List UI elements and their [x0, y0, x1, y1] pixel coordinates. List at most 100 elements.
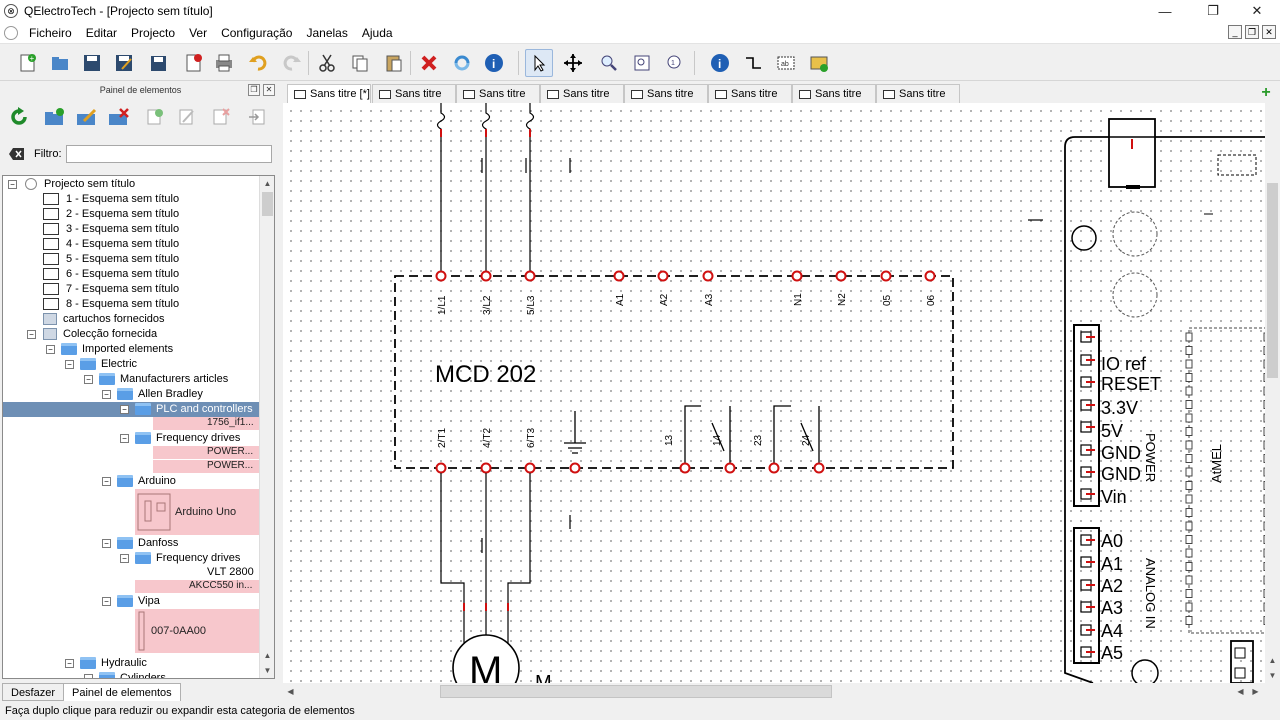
add-image-icon[interactable]: [805, 49, 833, 77]
tab-diagram-7[interactable]: Sans titre: [792, 84, 876, 103]
close-project-icon[interactable]: [180, 49, 208, 77]
collapse-icon[interactable]: −: [102, 597, 111, 606]
menu-ajuda[interactable]: Ajuda: [355, 26, 400, 40]
tree-item-danfoss[interactable]: − Danfoss: [3, 536, 259, 551]
cut-icon[interactable]: [313, 49, 341, 77]
collapse-icon[interactable]: −: [8, 180, 17, 189]
tree-item-sheet-4[interactable]: 4 - Esquema sem título: [3, 237, 259, 252]
tree-item-vipa-element[interactable]: 007-0AA00: [135, 609, 259, 653]
tab-diagram-2[interactable]: Sans titre: [372, 84, 456, 103]
collapse-icon[interactable]: −: [84, 674, 93, 678]
collapse-icon[interactable]: −: [65, 360, 74, 369]
tree-item-sheet-1[interactable]: 1 - Esquema sem título: [3, 192, 259, 207]
tree-item-sheet-2[interactable]: 2 - Esquema sem título: [3, 207, 259, 222]
close-button[interactable]: ✕: [1234, 0, 1280, 22]
tree-item-sheet-5[interactable]: 5 - Esquema sem título: [3, 252, 259, 267]
zoom-in-icon[interactable]: [595, 49, 623, 77]
panel-close-button[interactable]: ✕: [263, 84, 275, 96]
mdi-system-icon[interactable]: [4, 25, 18, 40]
properties-icon[interactable]: i: [706, 49, 734, 77]
delete-icon[interactable]: [415, 49, 443, 77]
collapse-icon[interactable]: −: [102, 477, 111, 486]
tree-item-sheet-6[interactable]: 6 - Esquema sem título: [3, 267, 259, 282]
tree-item-power-2[interactable]: POWER...: [153, 460, 259, 473]
collapse-icon[interactable]: −: [120, 434, 129, 443]
tree-item-akcc[interactable]: AKCC550 in...: [135, 580, 259, 593]
collapse-icon[interactable]: −: [65, 659, 74, 668]
tree-item-sheet-8[interactable]: 8 - Esquema sem título: [3, 297, 259, 312]
diagram-canvas[interactable]: 1/L1 3/L2 5/L3 A1 A2 A3 N1 N2 05 06 MCD …: [283, 103, 1265, 683]
tab-diagram-8[interactable]: Sans titre: [876, 84, 960, 103]
new-element-icon[interactable]: [142, 104, 168, 130]
redo-icon[interactable]: [278, 49, 306, 77]
tree-item-power-1[interactable]: POWER...: [153, 446, 259, 459]
open-icon[interactable]: [46, 49, 74, 77]
menu-editar[interactable]: Editar: [79, 26, 124, 40]
new-icon[interactable]: +: [14, 49, 42, 77]
restore-button[interactable]: ❐: [1190, 0, 1236, 22]
delete-category-icon[interactable]: [106, 104, 132, 130]
tree-item-ab-freq-drives[interactable]: − Frequency drives: [3, 431, 259, 446]
elements-tree[interactable]: − Projecto sem título 1 - Esquema sem tí…: [2, 175, 275, 679]
text-field-icon[interactable]: ab: [772, 49, 800, 77]
minimize-button[interactable]: —: [1142, 0, 1188, 22]
tree-item-plc[interactable]: − PLC and controllers: [3, 402, 259, 417]
copy-icon[interactable]: [346, 49, 374, 77]
tree-item-project[interactable]: − Projecto sem título: [3, 177, 259, 192]
collapse-icon[interactable]: −: [27, 330, 36, 339]
new-category-icon[interactable]: [42, 104, 68, 130]
reload-icon[interactable]: [6, 104, 32, 130]
tab-diagram-1[interactable]: Sans titre [*]: [287, 84, 371, 103]
collapse-icon[interactable]: −: [46, 345, 55, 354]
panel-float-button[interactable]: ❐: [248, 84, 260, 96]
clear-filter-icon[interactable]: [9, 147, 25, 161]
tree-item-vlt[interactable]: VLT 2800: [3, 565, 257, 580]
print-icon[interactable]: [210, 49, 238, 77]
tab-desfazer[interactable]: Desfazer: [2, 683, 65, 701]
tree-item-allen-bradley[interactable]: − Allen Bradley: [3, 387, 259, 402]
canvas-vertical-scrollbar-thumb[interactable]: [1267, 183, 1278, 378]
scroll-left-icon[interactable]: ◀: [283, 684, 298, 699]
edit-element-icon[interactable]: [174, 104, 200, 130]
tree-item-sheet-3[interactable]: 3 - Esquema sem título: [3, 222, 259, 237]
menu-ver[interactable]: Ver: [182, 26, 214, 40]
tree-scrollbar-thumb[interactable]: [262, 192, 273, 216]
add-diagram-icon[interactable]: +: [1258, 85, 1274, 101]
scroll-down-icon[interactable]: ▼: [260, 663, 274, 678]
tab-diagram-5[interactable]: Sans titre: [624, 84, 708, 103]
tab-diagram-3[interactable]: Sans titre: [456, 84, 540, 103]
filter-input[interactable]: [66, 145, 272, 163]
save-as-icon[interactable]: [110, 49, 138, 77]
tree-item-vipa[interactable]: − Vipa: [3, 594, 259, 609]
move-icon[interactable]: [559, 49, 587, 77]
collapse-icon[interactable]: −: [102, 390, 111, 399]
tab-diagram-4[interactable]: Sans titre: [540, 84, 624, 103]
tree-item-arduino[interactable]: − Arduino: [3, 474, 259, 489]
delete-element-icon[interactable]: [208, 104, 234, 130]
select-icon[interactable]: [525, 49, 553, 77]
mdi-minimize-button[interactable]: _: [1228, 25, 1242, 39]
canvas-vertical-scrollbar[interactable]: ▲ ▼: [1265, 103, 1280, 683]
info-icon[interactable]: i: [480, 49, 508, 77]
canvas-horizontal-scrollbar[interactable]: ◀ ◀ ▶: [283, 683, 1265, 700]
menu-configuracao[interactable]: Configuração: [214, 26, 299, 40]
tree-item-cartuchos[interactable]: cartuchos fornecidos: [3, 312, 259, 327]
mdi-restore-button[interactable]: ❐: [1245, 25, 1259, 39]
tree-item-arduino-uno[interactable]: Arduino Uno: [135, 489, 259, 535]
import-element-icon[interactable]: [244, 104, 270, 130]
menu-janelas[interactable]: Janelas: [299, 26, 354, 40]
scroll-up-icon[interactable]: ▲: [260, 176, 274, 191]
tree-scrollbar[interactable]: ▲ ▲ ▼: [259, 176, 274, 678]
collapse-icon[interactable]: −: [84, 375, 93, 384]
scroll-right-icon[interactable]: ▶: [1248, 684, 1263, 699]
tree-item-cylinders[interactable]: − Cylinders: [3, 671, 259, 678]
tree-item-danfoss-freq-drives[interactable]: − Frequency drives: [3, 551, 259, 566]
mdi-close-button[interactable]: ✕: [1262, 25, 1276, 39]
scroll-down-icon[interactable]: ▼: [1265, 668, 1280, 683]
tree-item-hydraulic[interactable]: − Hydraulic: [3, 656, 259, 671]
menu-ficheiro[interactable]: Ficheiro: [22, 26, 79, 40]
canvas-horizontal-scrollbar-thumb[interactable]: [440, 685, 832, 698]
tree-item-manufacturers[interactable]: − Manufacturers articles: [3, 372, 259, 387]
scroll-up-icon[interactable]: ▲: [260, 648, 274, 663]
rotate-icon[interactable]: [448, 49, 476, 77]
